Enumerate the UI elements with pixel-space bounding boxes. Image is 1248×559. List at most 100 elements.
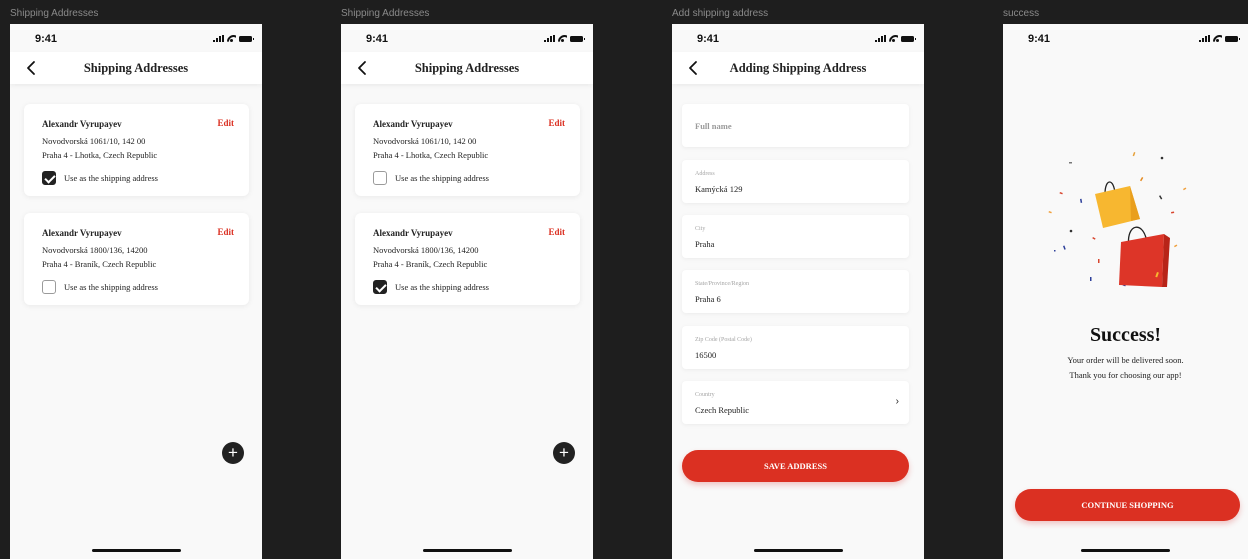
status-bar: 9:41	[341, 24, 593, 52]
field-label: Country	[695, 392, 715, 398]
nav-bar: Shipping Addresses	[341, 52, 593, 84]
address-line-1: Novodvorská 1800/136, 14200	[373, 245, 479, 255]
yellow-bag	[1095, 181, 1140, 228]
nav-bar: Shipping Addresses	[10, 52, 262, 84]
city-field[interactable]: City Praha	[682, 215, 909, 258]
edit-address-link[interactable]: Edit	[217, 227, 234, 237]
full-name-field[interactable]: Full name	[682, 104, 909, 147]
wifi-icon	[889, 35, 898, 42]
address-line-1: Novodvorská 1061/10, 142 00	[373, 136, 477, 146]
phone-screen-shipping-addresses: 9:41 Shipping Addresses Alexandr Vyrupay…	[10, 24, 262, 559]
battery-icon	[239, 36, 254, 42]
shipping-address-checkbox[interactable]	[42, 171, 56, 185]
field-label: Address	[695, 171, 715, 177]
phone-screen-success: 9:41 Success! Your order will be deliver…	[1003, 24, 1248, 559]
status-time: 9:41	[697, 33, 720, 45]
country-field[interactable]: Country Czech Republic ›	[682, 381, 909, 424]
field-value: Kamýcká 129	[695, 184, 743, 194]
plus-icon: +	[559, 443, 569, 462]
checkbox-label: Use as the shipping address	[395, 282, 489, 292]
address-line-2: Praha 4 - Braník, Czech Republic	[42, 259, 157, 269]
page-title: Shipping Addresses	[414, 61, 520, 75]
status-time: 9:41	[1028, 33, 1051, 45]
address-line-2: Praha 4 - Lhotka, Czech Republic	[373, 150, 489, 160]
success-message: Thank you for choosing our app!	[1069, 370, 1182, 380]
field-value: Czech Republic	[695, 405, 750, 415]
shipping-address-checkbox[interactable]	[42, 280, 56, 294]
frame-label: Shipping Addresses	[10, 8, 99, 19]
field-value: 16500	[695, 350, 717, 360]
address-name: Alexandr Vyrupayev	[373, 228, 453, 238]
wifi-icon	[558, 35, 567, 42]
checkbox-label: Use as the shipping address	[64, 173, 158, 183]
zip-code-field[interactable]: Zip Code (Postal Code) 16500	[682, 326, 909, 369]
address-card: Alexandr Vyrupayev Edit Novodvorská 1061…	[355, 104, 580, 196]
status-bar: 9:41	[1003, 24, 1248, 52]
page-title: Adding Shipping Address	[729, 61, 867, 75]
address-card: Alexandr Vyrupayev Edit Novodvorská 1061…	[24, 104, 249, 196]
status-icons	[875, 35, 916, 42]
battery-icon	[901, 36, 916, 42]
state-field[interactable]: State/Province/Region Praha 6	[682, 270, 909, 313]
address-line-2: Praha 4 - Lhotka, Czech Republic	[42, 150, 158, 160]
address-line-1: Novodvorská 1061/10, 142 00	[42, 136, 146, 146]
address-name: Alexandr Vyrupayev	[42, 228, 122, 238]
field-placeholder: Full name	[695, 121, 732, 131]
status-icons	[213, 35, 254, 42]
address-name: Alexandr Vyrupayev	[42, 119, 122, 129]
continue-shopping-button[interactable]: CONTINUE SHOPPING	[1015, 489, 1240, 521]
address-field[interactable]: Address Kamýcká 129	[682, 160, 909, 203]
status-time: 9:41	[366, 33, 389, 45]
address-line-1: Novodvorská 1800/136, 14200	[42, 245, 148, 255]
signal-icon	[544, 35, 555, 42]
field-value: Praha 6	[695, 294, 721, 304]
page-title: Shipping Addresses	[83, 61, 189, 75]
checkbox-label: Use as the shipping address	[64, 282, 158, 292]
field-label: Zip Code (Postal Code)	[695, 337, 752, 343]
edit-address-link[interactable]: Edit	[548, 227, 565, 237]
add-address-button[interactable]: +	[553, 442, 575, 464]
checkbox-label: Use as the shipping address	[395, 173, 489, 183]
signal-icon	[875, 35, 886, 42]
address-line-2: Praha 4 - Braník, Czech Republic	[373, 259, 488, 269]
phone-screen-shipping-addresses: 9:41 Shipping Addresses Alexandr Vyrupay…	[341, 24, 593, 559]
chevron-right-icon[interactable]: ›	[896, 396, 899, 407]
edit-address-link[interactable]: Edit	[217, 118, 234, 128]
status-icons	[544, 35, 585, 42]
nav-bar: Adding Shipping Address	[672, 52, 924, 84]
add-address-button[interactable]: +	[222, 442, 244, 464]
signal-icon	[1199, 35, 1210, 42]
battery-icon	[570, 36, 585, 42]
frame-label: Add shipping address	[672, 8, 769, 19]
home-indicator	[754, 549, 843, 552]
wifi-icon	[227, 35, 236, 42]
red-bag	[1119, 226, 1170, 287]
address-card: Alexandr Vyrupayev Edit Novodvorská 1800…	[355, 213, 580, 305]
phone-screen-add-address: 9:41 Adding Shipping Address Full name A…	[672, 24, 924, 559]
status-icons	[1199, 35, 1240, 42]
shipping-address-checkbox[interactable]	[373, 280, 387, 294]
wifi-icon	[1213, 35, 1222, 42]
shopping-bags-illustration	[1048, 152, 1187, 287]
frame-label: Shipping Addresses	[341, 8, 430, 19]
success-message: Your order will be delivered soon.	[1067, 355, 1184, 365]
status-bar: 9:41	[672, 24, 924, 52]
address-card: Alexandr Vyrupayev Edit Novodvorská 1800…	[24, 213, 249, 305]
status-bar: 9:41	[10, 24, 262, 52]
home-indicator	[423, 549, 512, 552]
shipping-address-checkbox[interactable]	[373, 171, 387, 185]
plus-icon: +	[228, 443, 238, 462]
field-label: State/Province/Region	[695, 281, 749, 287]
battery-icon	[1225, 36, 1240, 42]
signal-icon	[213, 35, 224, 42]
address-name: Alexandr Vyrupayev	[373, 119, 453, 129]
save-address-button[interactable]: SAVE ADDRESS	[682, 450, 909, 482]
home-indicator	[92, 549, 181, 552]
home-indicator	[1081, 549, 1170, 552]
field-value: Praha	[695, 239, 715, 249]
success-title: Success!	[1089, 324, 1162, 346]
status-time: 9:41	[35, 33, 58, 45]
frame-label: success	[1003, 8, 1040, 19]
field-label: City	[695, 226, 706, 232]
edit-address-link[interactable]: Edit	[548, 118, 565, 128]
